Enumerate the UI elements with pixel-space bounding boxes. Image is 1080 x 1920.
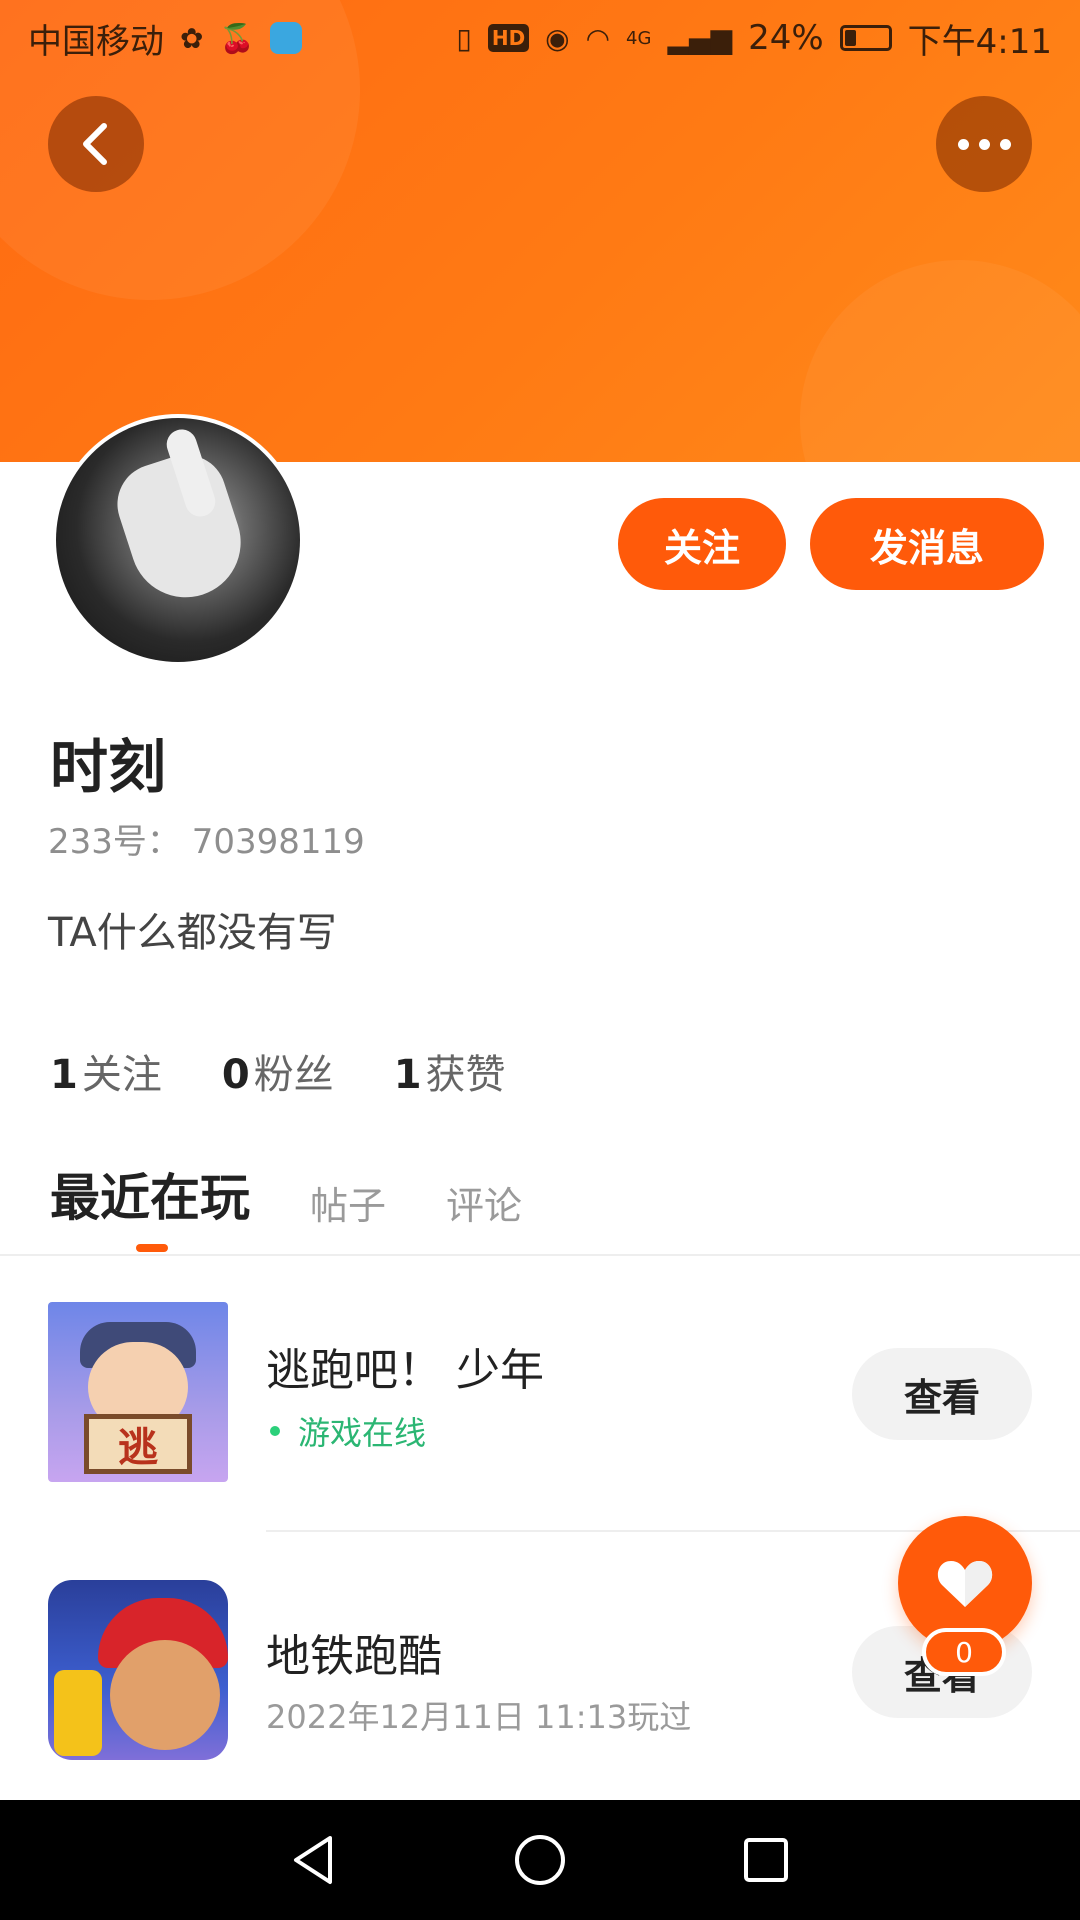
back-button[interactable] [48,96,144,192]
online-dot-icon [270,1426,280,1436]
view-button[interactable]: 查看 [852,1348,1032,1440]
clock: 下午4:11 [907,21,1052,62]
profile-stats: 1 关注 0 粉丝 1 获赞 [50,1042,506,1100]
signal-icon: ▂▄▆ [667,21,733,55]
game-status-text: 游戏在线 [298,1414,427,1452]
list-item[interactable]: 逃 逃跑吧！ 少年 游戏在线 查看 [0,1300,1080,1500]
stat-following-count: 1 [50,1052,78,1098]
send-message-button[interactable]: 发消息 [810,498,1044,590]
tab-posts[interactable]: 帖子 [310,1175,386,1230]
carrier-label: 中国移动 [28,21,164,62]
game-icon [48,1580,228,1760]
vibrate-icon: ▯ [456,21,472,55]
system-navigation-bar [0,1800,1080,1920]
recents-square-icon[interactable] [738,1832,794,1888]
like-count-badge: 0 [922,1628,1006,1676]
heart-icon [937,1561,993,1607]
battery-percent: 24% [748,18,824,58]
battery-icon [839,25,892,51]
avatar[interactable] [52,414,304,666]
stat-following-label: 关注 [81,1052,162,1098]
game-title: 逃跑吧！ 少年 [266,1345,544,1396]
network-type: 4G [626,27,652,49]
stat-fans[interactable]: 0 粉丝 [222,1042,334,1100]
tabs-divider [0,1254,1080,1256]
status-bar: 中国移动 ✿ 🍒 ▯ HD ◉ ◠ 4G ▂▄▆ 24% 下午4:11 [0,0,1080,76]
hd-icon: HD [487,24,530,52]
follow-button[interactable]: 关注 [618,498,786,590]
stat-likes-label: 获赞 [425,1052,506,1098]
stat-fans-label: 粉丝 [253,1052,334,1098]
user-bio: TA什么都没有写 [48,910,337,956]
username: 时刻 [50,733,167,801]
stat-likes[interactable]: 1 获赞 [394,1042,506,1100]
game-icon: 逃 [48,1302,228,1482]
notification-icon: ✿ [180,21,204,55]
game-icon-sign: 逃 [84,1414,192,1474]
wifi-icon: ◠ [585,21,611,55]
tab-recently-played[interactable]: 最近在玩 [50,1158,250,1230]
home-circle-icon[interactable] [512,1832,568,1888]
profile-tabs: 最近在玩 帖子 评论 [50,1158,522,1230]
tab-comments[interactable]: 评论 [446,1175,522,1230]
eye-icon: ◉ [545,21,570,55]
avatar-photo [56,418,300,662]
back-triangle-icon[interactable] [286,1832,342,1888]
profile-header-background: 中国移动 ✿ 🍒 ▯ HD ◉ ◠ 4G ▂▄▆ 24% 下午4:11 [0,0,1080,462]
user-id: 233号： 70398119 [48,822,365,862]
notification-icon: 🍒 [219,21,255,55]
active-tab-indicator [136,1244,168,1252]
game-status: 游戏在线 [266,1408,426,1454]
stat-likes-count: 1 [393,1052,422,1098]
more-dots-icon [957,138,1011,150]
game-last-played: 2022年12月11日 11:13玩过 [266,1698,692,1736]
stat-fans-count: 0 [221,1052,250,1098]
game-title: 地铁跑酷 [266,1631,442,1682]
header-decoration [800,260,1080,462]
app-notification-icon [270,22,303,54]
back-chevron-icon [83,123,107,165]
more-options-button[interactable] [936,96,1032,192]
stat-following[interactable]: 1 关注 [50,1042,162,1100]
